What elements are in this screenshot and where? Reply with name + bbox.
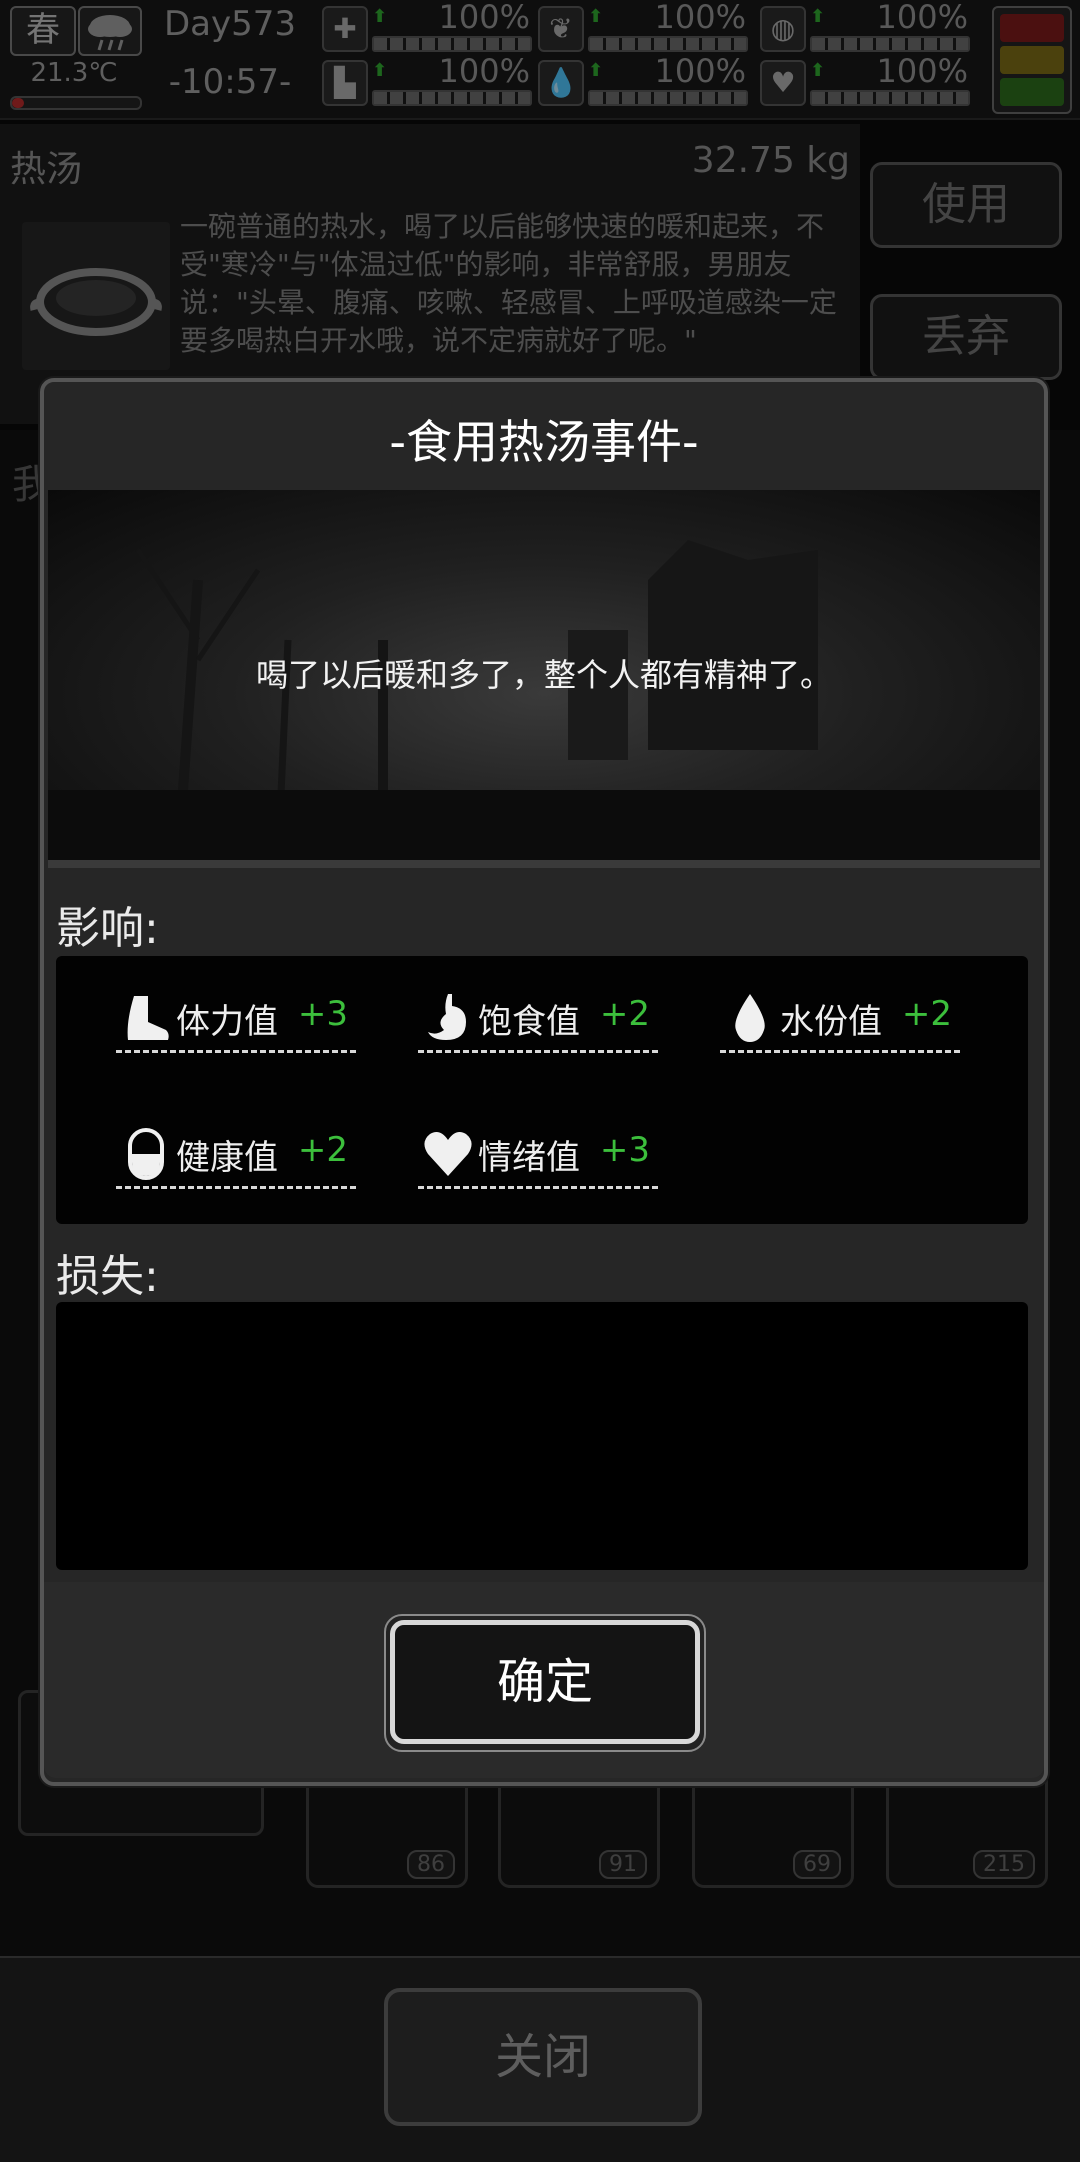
effect-value: +3 — [297, 994, 348, 1034]
effect-value: +3 — [599, 1130, 650, 1170]
effect-value: +2 — [901, 994, 952, 1034]
water-drop-icon — [724, 992, 776, 1044]
stomach-icon — [422, 992, 474, 1044]
dialog-title: -食用热汤事件- — [389, 415, 699, 469]
pill-icon — [120, 1128, 172, 1180]
effects-heading: 影响: — [56, 903, 159, 954]
event-message: 喝了以后暖和多了，整个人都有精神了。 — [255, 656, 832, 694]
effect-mood: 情绪值 +3 — [418, 1126, 658, 1189]
effect-label: 饱食值 — [478, 1002, 580, 1042]
effect-satiety: 饱食值 +2 — [418, 990, 658, 1053]
effect-stamina: 体力值 +3 — [116, 990, 356, 1053]
effect-label: 水份值 — [780, 1002, 882, 1042]
event-dialog: -食用热汤事件- 喝了以后暖和多了，整个人都有精神了。 影响: 体力值 +3 饱… — [40, 378, 1048, 1786]
effect-label: 情绪值 — [478, 1138, 580, 1178]
losses-heading: 损失: — [56, 1251, 159, 1302]
effect-label: 体力值 — [176, 1002, 278, 1042]
heart-icon — [422, 1128, 474, 1180]
boot-icon — [120, 992, 172, 1044]
effect-value: +2 — [599, 994, 650, 1034]
close-button[interactable]: 关闭 — [384, 1988, 702, 2126]
scene-divider — [48, 860, 1040, 868]
effect-hydration: 水份值 +2 — [720, 990, 960, 1053]
effect-value: +2 — [297, 1130, 348, 1170]
losses-list — [56, 1302, 1028, 1570]
effects-list: 体力值 +3 饱食值 +2 水份值 +2 健康值 +2 情绪值 +3 — [56, 956, 1028, 1224]
effect-health: 健康值 +2 — [116, 1126, 356, 1189]
event-scene-image: 喝了以后暖和多了，整个人都有精神了。 — [48, 490, 1040, 860]
confirm-button[interactable]: 确定 — [390, 1620, 700, 1744]
effect-label: 健康值 — [176, 1138, 278, 1178]
